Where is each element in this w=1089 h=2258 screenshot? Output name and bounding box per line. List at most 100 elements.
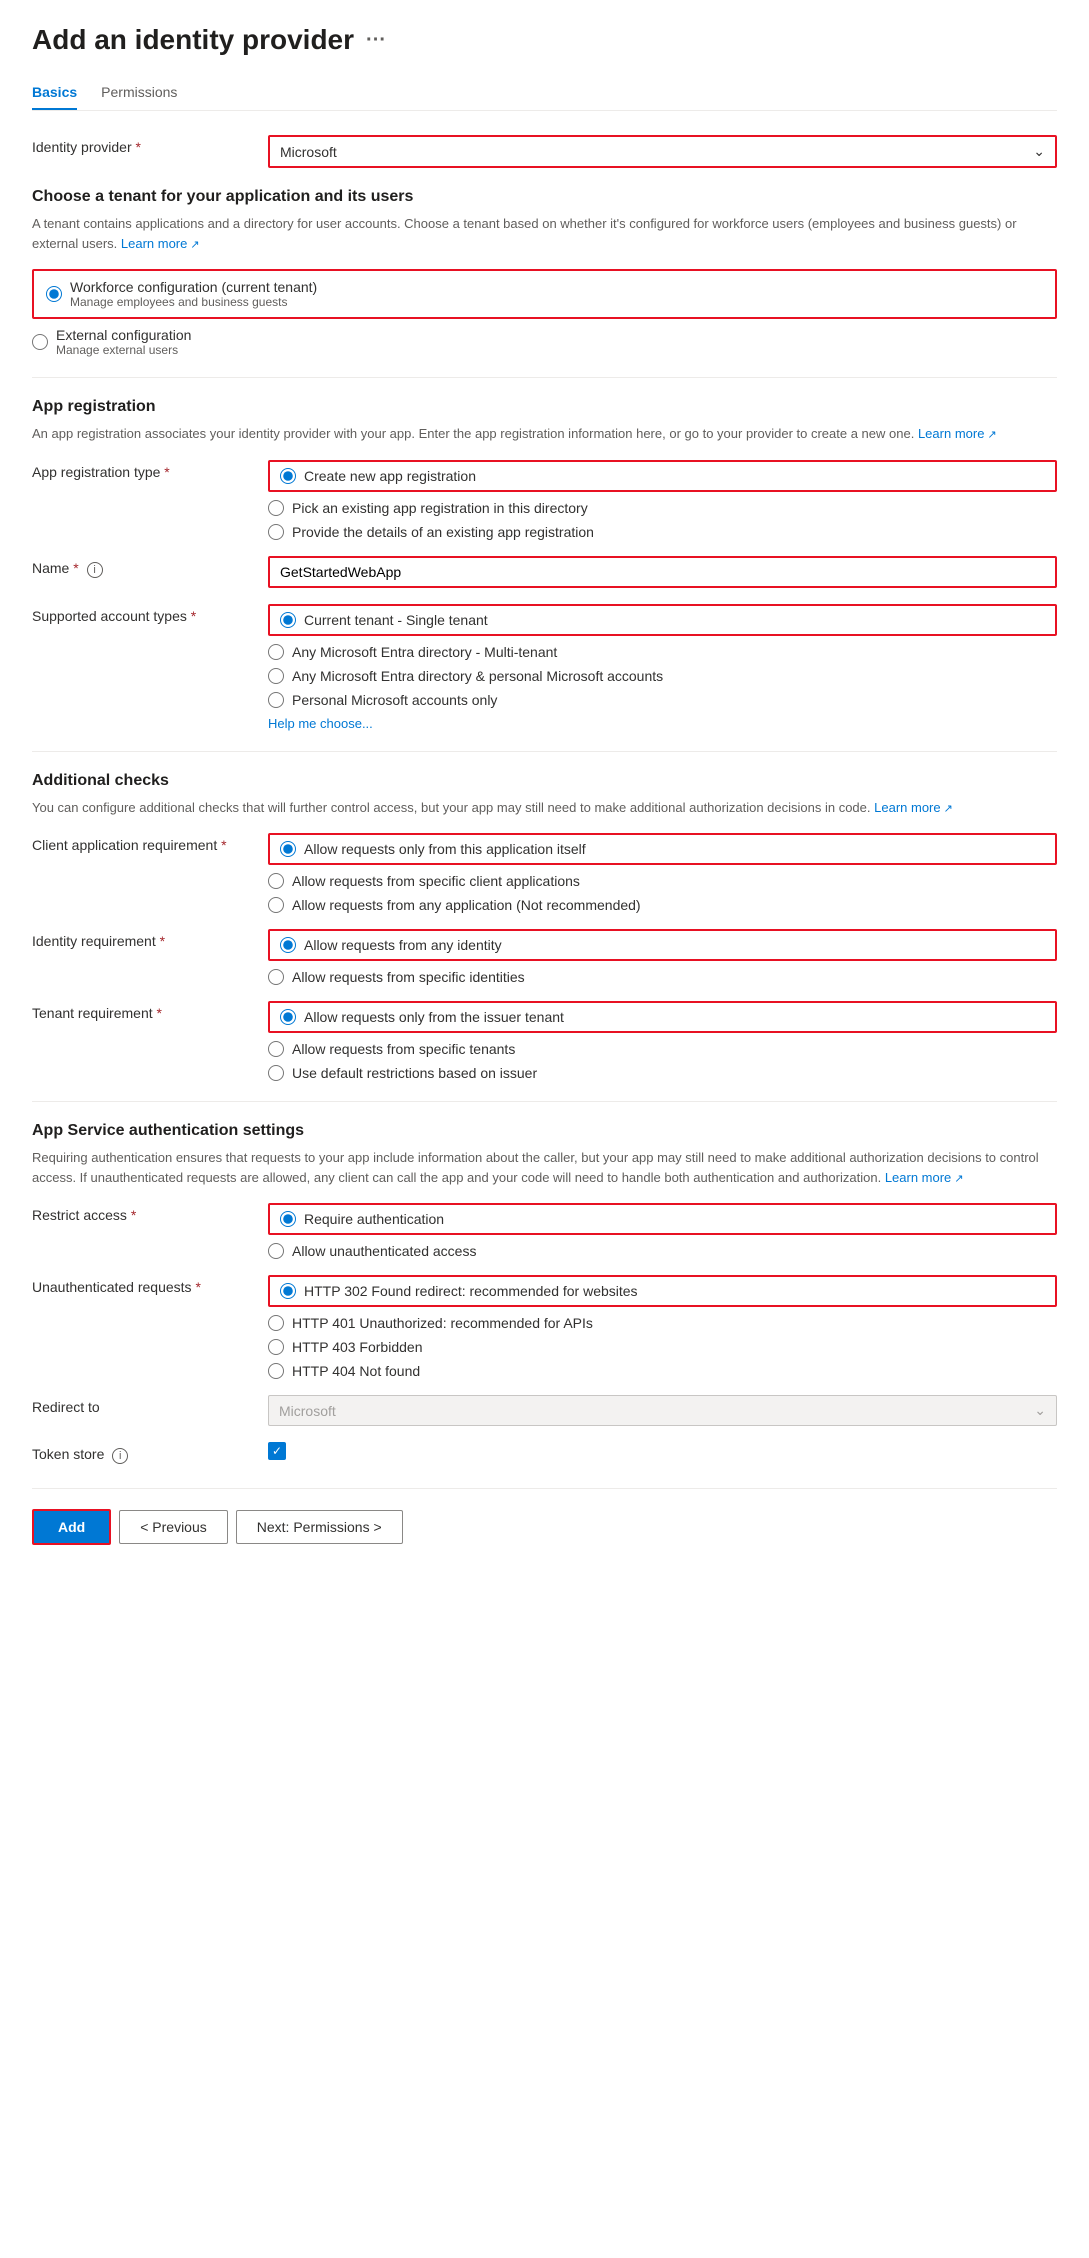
additional-checks-section: Additional checks You can configure addi…	[32, 772, 1057, 1082]
additional-checks-learn-more-link[interactable]: Learn more	[874, 800, 953, 815]
additional-checks-title: Additional checks	[32, 772, 1057, 790]
app-reg-learn-more-link[interactable]: Learn more	[918, 426, 997, 441]
tenant-section-title: Choose a tenant for your application and…	[32, 188, 1057, 206]
unauth-requests-options: HTTP 302 Found redirect: recommended for…	[268, 1275, 1057, 1379]
personal-only-label: Personal Microsoft accounts only	[292, 692, 497, 708]
additional-checks-desc: You can configure additional checks that…	[32, 798, 1057, 818]
http401-label: HTTP 401 Unauthorized: recommended for A…	[292, 1315, 593, 1331]
app-itself-option[interactable]: Allow requests only from this applicatio…	[280, 841, 586, 857]
tenant-req-label: Tenant requirement *	[32, 1001, 252, 1021]
http404-label: HTTP 404 Not found	[292, 1363, 420, 1379]
specific-tenants-option[interactable]: Allow requests from specific tenants	[268, 1041, 1057, 1057]
app-service-auth-learn-more-link[interactable]: Learn more	[885, 1170, 964, 1185]
client-app-req-label: Client application requirement *	[32, 833, 252, 853]
identity-provider-dropdown[interactable]: Microsoft ⌄	[268, 135, 1057, 168]
bottom-bar: Add < Previous Next: Permissions >	[32, 1488, 1057, 1545]
specific-apps-label: Allow requests from specific client appl…	[292, 873, 580, 889]
identity-req-field: Allow requests from any identity Allow r…	[268, 929, 1057, 985]
next-button[interactable]: Next: Permissions >	[236, 1510, 403, 1544]
account-types-row: Supported account types * Current tenant…	[32, 604, 1057, 731]
require-auth-option[interactable]: Require authentication	[280, 1211, 444, 1227]
any-app-option[interactable]: Allow requests from any application (Not…	[268, 897, 1057, 913]
previous-button[interactable]: < Previous	[119, 1510, 228, 1544]
unauth-requests-field: HTTP 302 Found redirect: recommended for…	[268, 1275, 1057, 1379]
tab-basics[interactable]: Basics	[32, 76, 77, 110]
tenant-options: Workforce configuration (current tenant)…	[32, 269, 1057, 357]
app-reg-title: App registration	[32, 398, 1057, 416]
pick-existing-label: Pick an existing app registration in thi…	[292, 500, 588, 516]
external-sub: Manage external users	[56, 343, 191, 357]
pick-existing-option[interactable]: Pick an existing app registration in thi…	[268, 500, 1057, 516]
help-me-choose-link[interactable]: Help me choose...	[268, 716, 1057, 731]
chevron-down-icon: ⌄	[1034, 1402, 1046, 1419]
create-new-option-box: Create new app registration	[268, 460, 1057, 492]
ellipsis-icon: ···	[366, 29, 386, 52]
http403-option[interactable]: HTTP 403 Forbidden	[268, 1339, 1057, 1355]
create-new-label: Create new app registration	[304, 468, 476, 484]
redirect-to-label: Redirect to	[32, 1395, 252, 1415]
provide-details-option[interactable]: Provide the details of an existing app r…	[268, 524, 1057, 540]
app-service-auth-desc: Requiring authentication ensures that re…	[32, 1148, 1057, 1187]
http401-option[interactable]: HTTP 401 Unauthorized: recommended for A…	[268, 1315, 1057, 1331]
name-input[interactable]	[268, 556, 1057, 588]
token-store-label: Token store i	[32, 1442, 252, 1464]
token-store-info-icon[interactable]: i	[112, 1448, 128, 1464]
add-button[interactable]: Add	[32, 1509, 111, 1545]
app-reg-type-options: Create new app registration Pick an exis…	[268, 460, 1057, 540]
specific-identities-label: Allow requests from specific identities	[292, 969, 525, 985]
unauth-requests-row: Unauthenticated requests * HTTP 302 Foun…	[32, 1275, 1057, 1379]
client-app-req-field: Allow requests only from this applicatio…	[268, 833, 1057, 913]
create-new-option[interactable]: Create new app registration	[280, 468, 476, 484]
tab-bar: Basics Permissions	[32, 76, 1057, 111]
any-identity-label: Allow requests from any identity	[304, 937, 502, 953]
http302-label: HTTP 302 Found redirect: recommended for…	[304, 1283, 638, 1299]
tenant-learn-more-link[interactable]: Learn more	[121, 236, 200, 251]
external-option[interactable]: External configuration Manage external u…	[32, 327, 1057, 357]
default-restrictions-label: Use default restrictions based on issuer	[292, 1065, 537, 1081]
specific-identities-option[interactable]: Allow requests from specific identities	[268, 969, 1057, 985]
workforce-option-box: Workforce configuration (current tenant)…	[32, 269, 1057, 319]
account-types-options: Current tenant - Single tenant Any Micro…	[268, 604, 1057, 731]
default-restrictions-option[interactable]: Use default restrictions based on issuer	[268, 1065, 1057, 1081]
require-auth-option-box: Require authentication	[268, 1203, 1057, 1235]
issuer-tenant-option[interactable]: Allow requests only from the issuer tena…	[280, 1009, 564, 1025]
restrict-access-row: Restrict access * Require authentication…	[32, 1203, 1057, 1259]
app-service-auth-title: App Service authentication settings	[32, 1122, 1057, 1140]
app-itself-label: Allow requests only from this applicatio…	[304, 841, 586, 857]
unauth-requests-label: Unauthenticated requests *	[32, 1275, 252, 1295]
any-identity-option-box: Allow requests from any identity	[268, 929, 1057, 961]
restrict-access-options: Require authentication Allow unauthentic…	[268, 1203, 1057, 1259]
personal-only-option[interactable]: Personal Microsoft accounts only	[268, 692, 1057, 708]
redirect-to-row: Redirect to Microsoft ⌄	[32, 1395, 1057, 1426]
any-identity-option[interactable]: Allow requests from any identity	[280, 937, 502, 953]
app-itself-option-box: Allow requests only from this applicatio…	[268, 833, 1057, 865]
token-store-field: ✓	[268, 1442, 1057, 1460]
token-store-checkbox[interactable]: ✓	[268, 1442, 286, 1460]
tenant-req-options: Allow requests only from the issuer tena…	[268, 1001, 1057, 1081]
single-tenant-option-box: Current tenant - Single tenant	[268, 604, 1057, 636]
app-reg-type-label: App registration type *	[32, 460, 252, 480]
name-info-icon[interactable]: i	[87, 562, 103, 578]
redirect-to-field: Microsoft ⌄	[268, 1395, 1057, 1426]
http302-option[interactable]: HTTP 302 Found redirect: recommended for…	[280, 1283, 638, 1299]
workforce-label: Workforce configuration (current tenant)	[70, 279, 317, 295]
specific-apps-option[interactable]: Allow requests from specific client appl…	[268, 873, 1057, 889]
allow-unauth-option[interactable]: Allow unauthenticated access	[268, 1243, 1057, 1259]
tab-permissions[interactable]: Permissions	[101, 76, 177, 110]
page-title: Add an identity provider ···	[32, 24, 1057, 56]
tenant-section-desc: A tenant contains applications and a dir…	[32, 214, 1057, 253]
http302-option-box: HTTP 302 Found redirect: recommended for…	[268, 1275, 1057, 1307]
http403-label: HTTP 403 Forbidden	[292, 1339, 422, 1355]
app-reg-desc: An app registration associates your iden…	[32, 424, 1057, 444]
multi-personal-option[interactable]: Any Microsoft Entra directory & personal…	[268, 668, 1057, 684]
multi-tenant-option[interactable]: Any Microsoft Entra directory - Multi-te…	[268, 644, 1057, 660]
client-app-req-options: Allow requests only from this applicatio…	[268, 833, 1057, 913]
token-store-row: Token store i ✓	[32, 1442, 1057, 1464]
name-field	[268, 556, 1057, 588]
workforce-option[interactable]: Workforce configuration (current tenant)…	[46, 279, 1043, 309]
restrict-access-label: Restrict access *	[32, 1203, 252, 1223]
client-app-req-row: Client application requirement * Allow r…	[32, 833, 1057, 913]
tenant-section: Choose a tenant for your application and…	[32, 188, 1057, 357]
http404-option[interactable]: HTTP 404 Not found	[268, 1363, 1057, 1379]
single-tenant-option[interactable]: Current tenant - Single tenant	[280, 612, 488, 628]
